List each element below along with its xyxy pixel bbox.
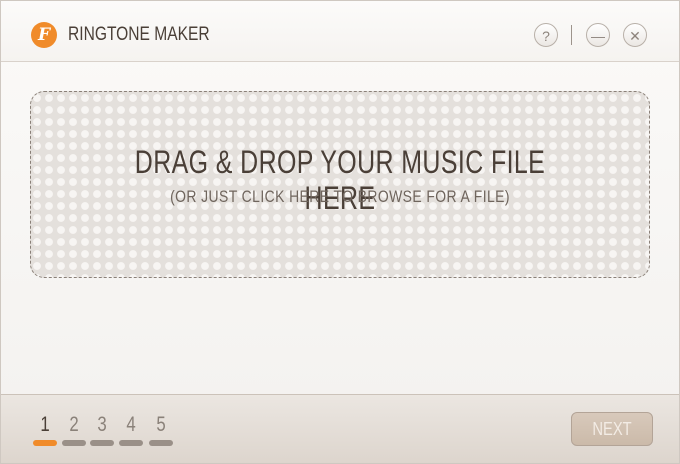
drop-zone-subtitle: (OR JUST CLICK HERE TO BROWSE FOR A FILE… <box>170 187 510 206</box>
step-progress-bar <box>119 440 143 446</box>
step-progress-bar <box>33 440 57 446</box>
step-number: 3 <box>97 413 107 436</box>
app-window: F RINGTONE MAKER ? — ✕ DRAG & DROP YOUR … <box>0 0 680 464</box>
step-progress-bar <box>90 440 114 446</box>
step-progress-bar <box>62 440 86 446</box>
title-bar-divider <box>571 25 572 45</box>
step-number: 1 <box>40 413 50 436</box>
step-number: 4 <box>126 413 136 436</box>
close-icon: ✕ <box>629 28 641 44</box>
footer-bar: 1 2 3 4 5 NEXT <box>1 394 679 463</box>
close-button[interactable]: ✕ <box>623 23 647 47</box>
step-progress-bar <box>149 440 173 446</box>
next-button[interactable]: NEXT <box>571 412 653 446</box>
next-button-label: NEXT <box>592 419 632 439</box>
step-number: 5 <box>156 413 166 436</box>
minimize-icon: — <box>591 28 605 44</box>
title-bar[interactable]: F RINGTONE MAKER ? — ✕ <box>1 1 679 62</box>
help-button[interactable]: ? <box>534 23 558 47</box>
step-number: 2 <box>69 413 79 436</box>
step-2: 2 <box>62 413 86 446</box>
step-1: 1 <box>33 413 57 446</box>
step-3: 3 <box>90 413 114 446</box>
step-5: 5 <box>149 413 173 446</box>
minimize-button[interactable]: — <box>586 23 610 47</box>
question-mark-icon: ? <box>542 28 550 44</box>
app-logo-icon: F <box>31 22 57 48</box>
file-drop-zone[interactable]: DRAG & DROP YOUR MUSIC FILE HERE (OR JUS… <box>30 91 650 278</box>
step-4: 4 <box>119 413 143 446</box>
app-title: RINGTONE MAKER <box>68 24 210 45</box>
